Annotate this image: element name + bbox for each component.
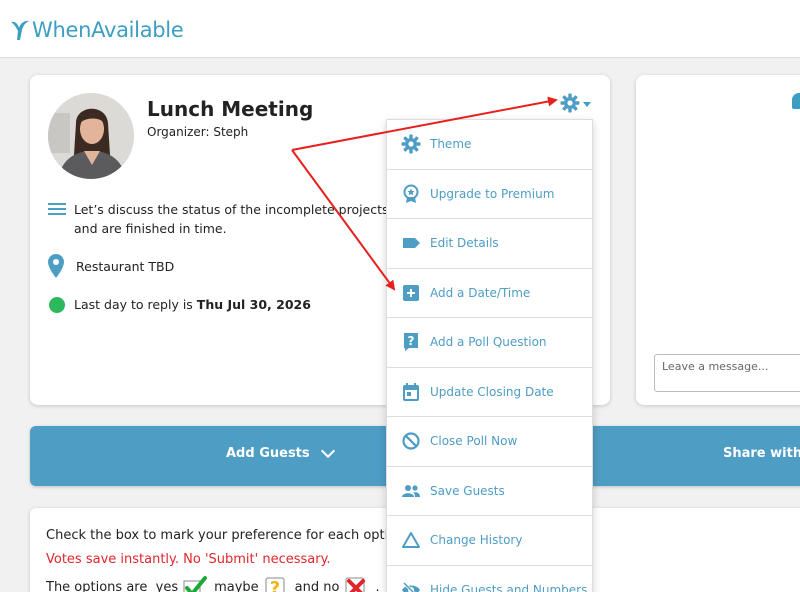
- menu-item-save-guests[interactable]: Save Guests: [387, 467, 592, 516]
- menu-item-add-poll-question[interactable]: ? Add a Poll Question: [387, 318, 592, 368]
- brand-name: WhenAvailable: [32, 18, 184, 42]
- settings-menu-button[interactable]: [560, 93, 594, 113]
- avatar: [48, 93, 134, 179]
- calendar-icon: [403, 382, 419, 401]
- chat-card: [636, 75, 800, 405]
- reply-deadline: Last day to reply is Thu Jul 30, 2026: [74, 297, 311, 312]
- users-icon: [402, 484, 420, 497]
- instruction-text: Check the box to mark your preference fo…: [46, 528, 405, 543]
- add-guests-button[interactable]: Add Guests: [226, 443, 335, 461]
- bird-logo-icon: [11, 20, 29, 40]
- status-dot-icon: [49, 297, 65, 313]
- options-prefix: The options are: [46, 579, 148, 592]
- organizer-photo: [48, 93, 134, 179]
- menu-item-update-closing-date[interactable]: Update Closing Date: [387, 368, 592, 417]
- menu-item-label: Hide Guests and Numbers: [430, 582, 588, 592]
- event-location: Restaurant TBD: [76, 259, 175, 274]
- menu-item-label: Add a Poll Question: [430, 335, 547, 350]
- event-title: Lunch Meeting: [147, 97, 314, 121]
- menu-item-label: Close Poll Now: [430, 434, 518, 449]
- menu-item-edit-details[interactable]: Edit Details: [387, 219, 592, 269]
- gear-icon: [560, 93, 580, 113]
- message-input[interactable]: [654, 354, 800, 392]
- chevron-down-icon: [320, 443, 335, 459]
- no-label: and no: [294, 579, 340, 592]
- svg-text:?: ?: [269, 578, 279, 592]
- menu-item-label: Save Guests: [430, 483, 505, 498]
- legend-suffix: .: [375, 579, 380, 592]
- tag-icon: [403, 238, 420, 249]
- menu-item-label: Change History: [430, 533, 523, 548]
- menu-item-label: Upgrade to Premium: [430, 186, 555, 201]
- add-guests-label: Add Guests: [226, 446, 310, 461]
- menu-item-theme[interactable]: Theme: [387, 120, 592, 170]
- award-icon: [403, 184, 419, 203]
- yes-check-icon: [183, 576, 208, 592]
- maybe-label: maybe: [214, 579, 259, 592]
- menu-item-change-history[interactable]: Change History: [387, 516, 592, 566]
- menu-item-label: Theme: [430, 137, 472, 152]
- organizer-label: Organizer: Steph: [147, 125, 249, 139]
- instant-save-notice: Votes save instantly. No 'Submit' necess…: [46, 552, 331, 567]
- share-with-button[interactable]: Share with: [723, 446, 800, 461]
- svg-text:?: ?: [408, 334, 415, 348]
- no-cross-icon: [345, 577, 366, 592]
- menu-item-hide-guests-numbers[interactable]: Hide Guests and Numbers: [387, 566, 592, 592]
- chat-bubble-icon: [792, 93, 800, 109]
- menu-item-upgrade-premium[interactable]: Upgrade to Premium: [387, 170, 592, 219]
- gear-icon: [401, 134, 421, 154]
- menu-item-label: Edit Details: [430, 236, 499, 251]
- brand-logo[interactable]: WhenAvailable: [9, 18, 184, 42]
- menu-item-close-poll[interactable]: Close Poll Now: [387, 417, 592, 467]
- deadline-prefix: Last day to reply is: [74, 297, 197, 312]
- description-icon: [48, 203, 66, 215]
- menu-item-label: Update Closing Date: [430, 384, 554, 399]
- maybe-question-icon: ?: [265, 577, 285, 592]
- top-bar: WhenAvailable: [0, 0, 800, 58]
- menu-item-add-date-time[interactable]: Add a Date/Time: [387, 269, 592, 318]
- chevron-down-icon: [583, 102, 591, 107]
- question-icon: ?: [404, 333, 418, 352]
- ban-icon: [402, 432, 420, 450]
- vote-legend: The options are yes maybe ? and no .: [46, 575, 380, 592]
- yes-label: yes: [155, 579, 179, 592]
- eye-slash-icon: [402, 581, 420, 592]
- menu-item-label: Add a Date/Time: [430, 285, 531, 300]
- event-description: Let’s discuss the status of the incomple…: [74, 202, 389, 236]
- location-pin-icon: [48, 254, 64, 278]
- plus-square-icon: [403, 284, 419, 301]
- triangle-icon: [402, 532, 420, 549]
- deadline-date: Thu Jul 30, 2026: [196, 297, 311, 312]
- settings-dropdown-menu: Theme Upgrade to Premium Edit Details Ad…: [386, 119, 593, 592]
